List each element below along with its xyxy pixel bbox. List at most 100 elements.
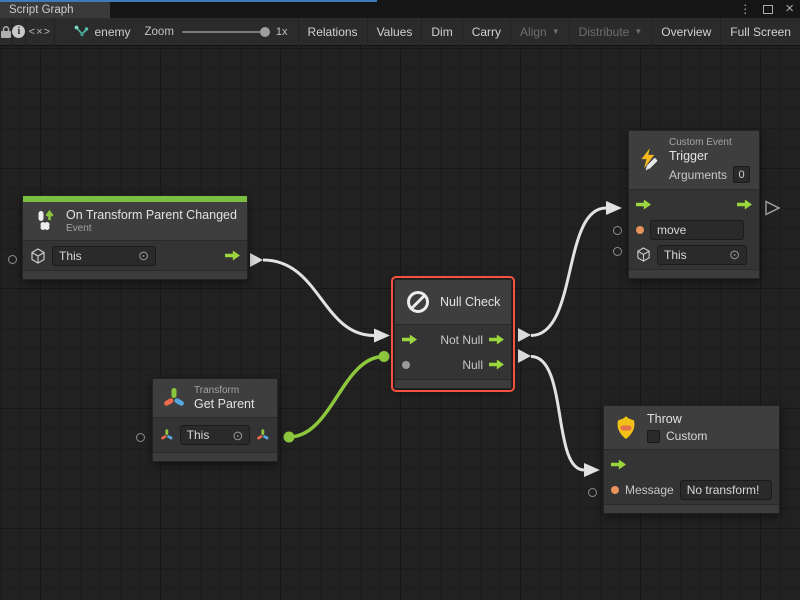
script-graph-window: Script Graph ⋮ × i <×> bbox=[0, 0, 800, 600]
node-custom-event-trigger[interactable]: Custom Event Trigger Arguments 0 bbox=[628, 130, 760, 279]
flow-source-triangle[interactable] bbox=[518, 349, 531, 363]
inspect-button[interactable]: i bbox=[12, 18, 25, 46]
custom-event-icon bbox=[638, 145, 661, 175]
message-field[interactable]: No transform! bbox=[680, 480, 772, 500]
flow-input-port[interactable] bbox=[636, 200, 651, 210]
wire-arrowhead bbox=[584, 463, 600, 477]
wire-getparent-to-nullcheck[interactable] bbox=[289, 357, 384, 438]
window-controls: ⋮ × bbox=[739, 0, 794, 18]
node-body: Not Null Null bbox=[395, 325, 511, 380]
flow-output-port[interactable] bbox=[225, 251, 240, 261]
event-name-field[interactable]: move bbox=[650, 220, 744, 240]
window-menu-icon[interactable]: ⋮ bbox=[739, 2, 751, 16]
node-throw[interactable]: Throw Custom Message No transform! bbox=[603, 405, 780, 514]
node-get-parent[interactable]: Transform Get Parent This ⊙ bbox=[152, 378, 278, 462]
node-header: Throw Custom bbox=[604, 406, 779, 450]
transform-output-port-icon[interactable] bbox=[256, 428, 270, 442]
wire-arrowhead bbox=[606, 201, 622, 215]
relations-button[interactable]: Relations bbox=[298, 18, 367, 46]
node-on-transform-parent-changed[interactable]: On Transform Parent Changed Event This ⊙ bbox=[22, 195, 248, 280]
object-picker-icon[interactable]: ⊙ bbox=[729, 248, 740, 261]
carry-button[interactable]: Carry bbox=[462, 18, 510, 46]
target-field[interactable]: This ⊙ bbox=[657, 245, 747, 265]
target-field[interactable]: This ⊙ bbox=[180, 425, 251, 445]
node-header: Null Check bbox=[395, 280, 511, 325]
zoom-slider[interactable] bbox=[182, 31, 268, 33]
node-body: Message No transform! bbox=[604, 450, 779, 505]
node-footer bbox=[604, 505, 779, 513]
unconnected-port-circle[interactable] bbox=[613, 226, 622, 235]
flow-input-port[interactable] bbox=[611, 460, 626, 470]
node-header: Custom Event Trigger Arguments 0 bbox=[629, 131, 759, 190]
maximize-icon[interactable] bbox=[763, 5, 773, 14]
wire-notnull-to-customevent[interactable] bbox=[531, 208, 606, 336]
values-button[interactable]: Values bbox=[367, 18, 422, 46]
arguments-field[interactable]: 0 bbox=[733, 166, 750, 183]
cube-icon bbox=[636, 247, 651, 262]
zoom-value: 1x bbox=[276, 26, 288, 38]
tab-script-graph[interactable]: Script Graph bbox=[0, 2, 110, 18]
flow-source-triangle[interactable] bbox=[518, 328, 531, 342]
zoom-slider-handle[interactable] bbox=[260, 27, 270, 37]
string-input-port[interactable] bbox=[611, 486, 619, 494]
unconnected-port-circle[interactable] bbox=[136, 433, 145, 442]
message-label: Message bbox=[625, 483, 674, 497]
transform-port-icon[interactable] bbox=[160, 428, 174, 442]
unconnected-port-circle[interactable] bbox=[588, 488, 597, 497]
target-field[interactable]: This ⊙ bbox=[52, 246, 156, 266]
node-body: This ⊙ bbox=[153, 418, 277, 453]
fullscreen-button[interactable]: Full Screen bbox=[720, 18, 800, 46]
custom-checkbox[interactable] bbox=[647, 430, 660, 443]
port-label: Not Null bbox=[423, 333, 483, 347]
wire-event-to-nullcheck[interactable] bbox=[263, 260, 374, 336]
object-picker-icon[interactable]: ⊙ bbox=[138, 249, 149, 262]
node-footer bbox=[23, 271, 247, 279]
wire-endpoint-dot bbox=[284, 432, 295, 443]
node-footer bbox=[153, 453, 277, 461]
flow-source-triangle[interactable] bbox=[250, 253, 263, 267]
node-category: Transform bbox=[194, 385, 254, 396]
node-footer bbox=[629, 270, 759, 278]
tab-title: Script Graph bbox=[9, 4, 74, 16]
node-body: move This ⊙ bbox=[629, 190, 759, 270]
close-icon[interactable]: × bbox=[785, 4, 794, 14]
node-title: Null Check bbox=[440, 295, 500, 309]
wire-null-to-throw[interactable] bbox=[531, 357, 584, 471]
flow-output-port[interactable] bbox=[737, 200, 752, 210]
null-output-port[interactable] bbox=[489, 360, 504, 370]
not-null-output-port[interactable] bbox=[489, 335, 504, 345]
node-title: Throw bbox=[647, 412, 707, 426]
node-title: Get Parent bbox=[194, 397, 254, 411]
edit-source-button[interactable]: <×> bbox=[26, 18, 54, 46]
node-category: Custom Event bbox=[669, 137, 750, 148]
unconnected-port-circle[interactable] bbox=[613, 247, 622, 256]
code-icon: <×> bbox=[29, 26, 51, 38]
align-dropdown[interactable]: Align ▼ bbox=[510, 18, 569, 46]
graph-toolbar: i <×> enemy Zoom 1x Relations Values Dim… bbox=[0, 18, 800, 46]
flow-input-port[interactable] bbox=[402, 335, 417, 345]
graph-reference[interactable]: enemy bbox=[54, 25, 144, 39]
zoom-label: Zoom bbox=[145, 26, 174, 38]
unconnected-output-triangle[interactable] bbox=[766, 202, 779, 215]
port-label: Null bbox=[416, 358, 483, 372]
script-graph-icon bbox=[74, 25, 89, 39]
node-title: Trigger bbox=[669, 149, 750, 163]
overview-button[interactable]: Overview bbox=[651, 18, 720, 46]
unconnected-port-circle[interactable] bbox=[8, 255, 17, 264]
string-input-port[interactable] bbox=[636, 226, 644, 234]
lock-button[interactable] bbox=[0, 18, 12, 46]
object-picker-icon[interactable]: ⊙ bbox=[232, 429, 243, 442]
node-header: On Transform Parent Changed Event bbox=[23, 202, 247, 241]
chevron-down-icon: ▼ bbox=[552, 27, 560, 36]
lock-icon bbox=[0, 25, 12, 39]
value-input-port[interactable] bbox=[402, 361, 410, 369]
cube-icon bbox=[30, 248, 46, 264]
info-icon: i bbox=[12, 25, 25, 38]
node-null-check[interactable]: Null Check Not Null Null bbox=[394, 279, 512, 389]
graph-canvas[interactable]: On Transform Parent Changed Event This ⊙ bbox=[0, 46, 800, 600]
zoom-control: Zoom 1x bbox=[145, 26, 298, 38]
graph-name: enemy bbox=[94, 25, 130, 39]
distribute-dropdown[interactable]: Distribute ▼ bbox=[569, 18, 652, 46]
transform-event-icon bbox=[32, 208, 58, 234]
dim-button[interactable]: Dim bbox=[421, 18, 461, 46]
